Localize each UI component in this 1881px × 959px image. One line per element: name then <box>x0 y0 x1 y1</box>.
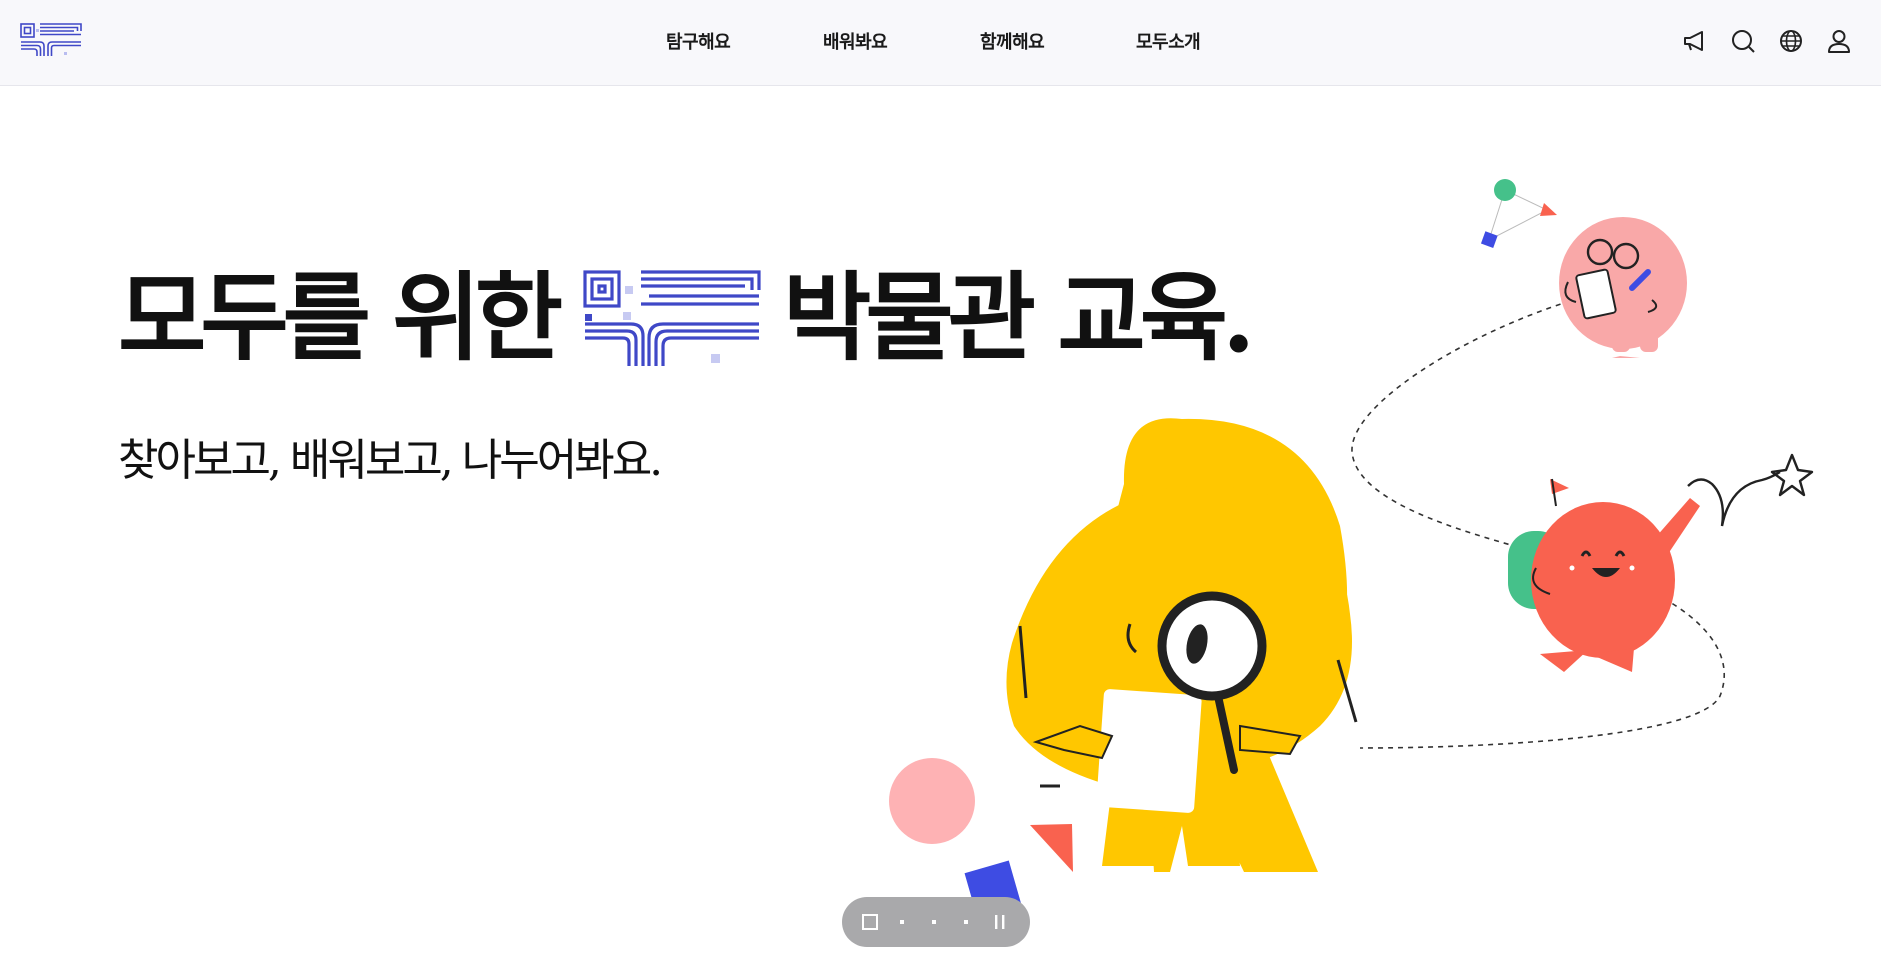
scribble-star <box>1687 453 1814 527</box>
floating-shapes-bottom <box>889 758 1073 918</box>
slide-indicator-2[interactable] <box>890 897 914 947</box>
search-icon[interactable] <box>1729 27 1757 55</box>
pause-button[interactable] <box>988 897 1012 947</box>
floating-shapes-top <box>1480 179 1557 248</box>
pause-icon <box>995 915 1005 929</box>
slide-indicator-1[interactable] <box>858 897 882 947</box>
user-icon[interactable] <box>1825 27 1853 55</box>
main-nav: 탐구해요 배워봐요 함께해요 모두소개 <box>0 0 1881 86</box>
museum-logo[interactable] <box>20 22 82 58</box>
nav-item-learn[interactable]: 배워봐요 <box>823 28 888 54</box>
slide-indicator-3[interactable] <box>922 897 946 947</box>
red-character <box>1508 478 1700 672</box>
megaphone-icon[interactable] <box>1681 27 1709 55</box>
nav-item-about[interactable]: 모두소개 <box>1136 28 1201 54</box>
yellow-character <box>1006 418 1358 872</box>
slide-indicator-4[interactable] <box>954 897 978 947</box>
slider-controls <box>842 897 1030 947</box>
site-header: 탐구해요 배워봐요 함께해요 모두소개 <box>0 0 1881 86</box>
hero-illustration <box>889 179 1814 918</box>
pink-character <box>1559 217 1687 358</box>
globe-icon[interactable] <box>1777 27 1805 55</box>
nav-item-explore[interactable]: 탐구해요 <box>666 28 731 54</box>
nav-item-together[interactable]: 함께해요 <box>980 28 1045 54</box>
